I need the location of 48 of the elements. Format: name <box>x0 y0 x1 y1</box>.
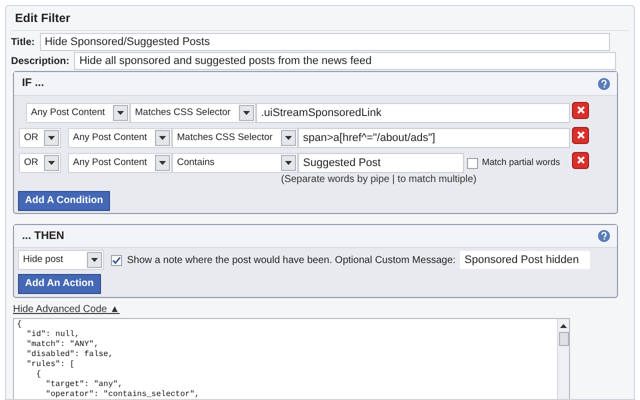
checkbox-label: Match partial words <box>482 156 560 170</box>
checkbox-label: Show a note where the post would have been. Optional Custom Message: <box>127 254 456 268</box>
scrollbar[interactable] <box>557 319 569 399</box>
close-icon[interactable] <box>576 156 584 164</box>
scroll-up-icon[interactable] <box>560 323 567 329</box>
value-field[interactable]: span>a[href^="/about/ads"] <box>298 128 570 148</box>
delete-button[interactable] <box>572 126 589 144</box>
message-field[interactable]: Sponsored Post hidden <box>460 251 590 269</box>
joiner-select[interactable]: OR <box>19 128 61 148</box>
value-field[interactable]: .uiStreamSponsoredLink <box>256 103 570 123</box>
operator-select[interactable]: Matches CSS Selector <box>130 103 256 123</box>
add-button[interactable]: Add An Action <box>18 274 101 294</box>
code-line: "operator": "contains_selector", <box>44 390 200 399</box>
target-select[interactable]: Any Post Content <box>26 103 130 123</box>
code-line: { <box>17 320 23 330</box>
code-line: "id": null, <box>26 330 80 340</box>
value-field[interactable]: Suggested Post <box>298 153 464 173</box>
code-line: "rules": [ <box>26 360 76 370</box>
operator-select[interactable]: Matches CSS Selector <box>172 128 298 148</box>
title-field[interactable]: Hide Sponsored/Suggested Posts <box>40 33 610 51</box>
close-icon[interactable] <box>576 131 584 139</box>
help-icon[interactable] <box>598 230 610 242</box>
toggle-link[interactable]: Hide Advanced Code ▲ <box>13 302 120 317</box>
code-line: { <box>35 370 42 380</box>
field-label: Title: <box>11 36 35 50</box>
target-select[interactable]: Any Post Content <box>68 128 172 148</box>
checkbox[interactable] <box>111 254 122 266</box>
help-icon[interactable] <box>598 78 610 90</box>
scroll-thumb[interactable] <box>558 332 568 346</box>
section-heading: IF ... <box>22 76 44 92</box>
operator-select[interactable]: Contains <box>172 153 298 173</box>
page-heading: Edit Filter <box>11 6 629 31</box>
code-line: "disabled": false, <box>26 350 114 360</box>
checkbox[interactable] <box>467 158 478 168</box>
add-button[interactable]: Add A Condition <box>18 190 110 210</box>
description-field[interactable]: Hide all sponsored and suggested posts from the news feed <box>74 52 616 70</box>
field-label: Description: <box>11 54 70 68</box>
action-select[interactable]: Hide post <box>18 250 104 270</box>
code-editor[interactable]: { "id": null, "match": "ANY", "disabled": false, "rules": [ { "target": "any", "operator": "contains_selector", <box>13 318 570 399</box>
section-heading: ... THEN <box>22 228 64 244</box>
joiner-select[interactable]: OR <box>19 153 61 173</box>
delete-button[interactable] <box>572 152 589 168</box>
code-line: "target": "any", <box>44 380 124 390</box>
delete-button[interactable] <box>572 102 589 118</box>
target-select[interactable]: Any Post Content <box>68 153 172 173</box>
close-icon[interactable] <box>576 106 584 114</box>
code-line: "match": "ANY", <box>26 340 100 350</box>
hint-text: (Separate words by pipe | to match multiple) <box>281 172 476 186</box>
